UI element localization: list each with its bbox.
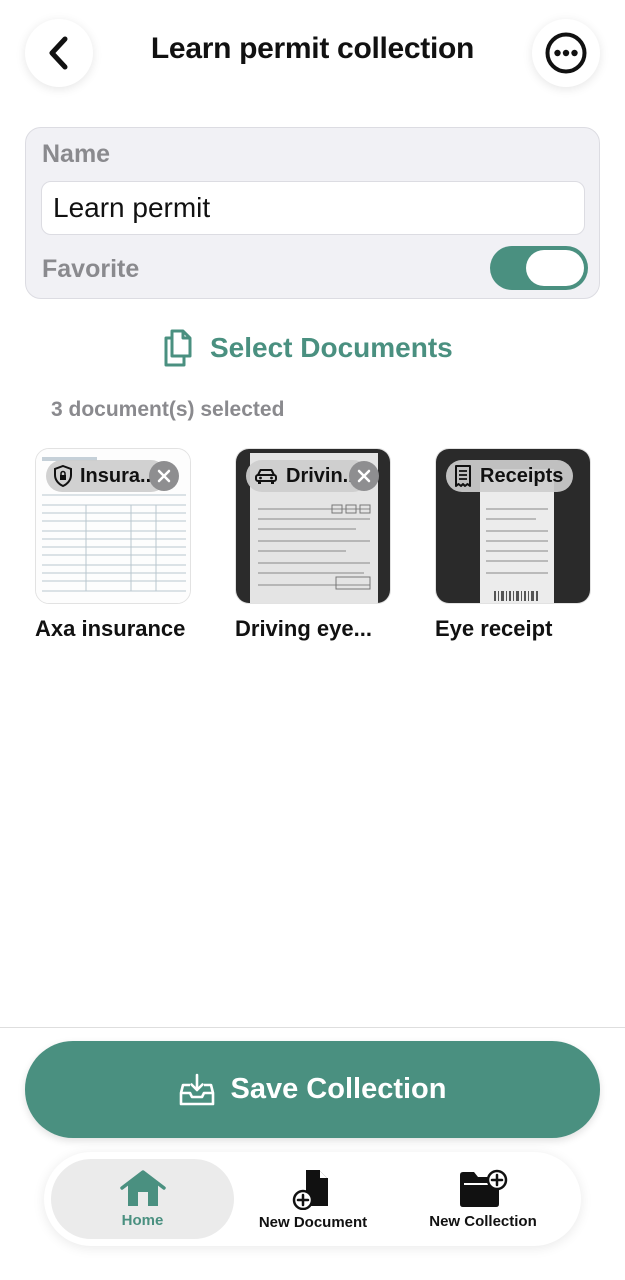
document-tag-label: Receipts — [480, 464, 564, 487]
header: Learn permit collection — [0, 0, 625, 110]
car-icon — [255, 469, 277, 484]
select-documents-label: Select Documents — [210, 332, 453, 363]
document-plus-icon — [292, 1169, 328, 1210]
tab-new-document-label: New Document — [258, 1213, 368, 1231]
document-type-tag: Receipts — [446, 460, 574, 492]
document-name: Eye receipt — [435, 616, 553, 641]
shield-lock-icon — [54, 465, 72, 487]
document-thumbnail[interactable]: Receipts — [435, 448, 591, 604]
ellipsis-circle-icon — [545, 32, 587, 74]
collection-form-card: Name Favorite — [25, 127, 600, 299]
document-thumbnail[interactable]: Drivin... — [235, 448, 391, 604]
document-tile[interactable]: Drivin... Driving eye... — [235, 448, 391, 642]
tab-new-document[interactable]: New Document — [234, 1159, 392, 1239]
close-icon — [357, 469, 371, 483]
remove-document-button[interactable] — [149, 461, 179, 491]
tab-home[interactable]: Home — [51, 1159, 234, 1239]
save-collection-button[interactable]: Save Collection — [25, 1041, 600, 1138]
documents-icon — [164, 329, 192, 367]
document-name: Driving eye... — [235, 616, 372, 641]
document-name: Axa insurance — [35, 616, 186, 641]
name-input[interactable] — [41, 181, 585, 235]
tray-download-icon — [179, 1073, 214, 1105]
document-tag-label: Insura... — [80, 464, 157, 487]
save-collection-label: Save Collection — [230, 1073, 447, 1105]
receipt-icon — [455, 465, 471, 487]
document-tile[interactable]: Receipts Eye receipt — [435, 448, 591, 642]
document-tile[interactable]: Insura... Axa insurance — [35, 448, 191, 642]
bottom-tab-bar: Home New Document New Collection — [44, 1152, 581, 1246]
select-documents-button[interactable]: Select Documents — [162, 328, 453, 368]
close-icon — [157, 469, 171, 483]
bottom-divider — [0, 1027, 625, 1028]
more-button[interactable] — [532, 19, 600, 87]
remove-document-button[interactable] — [349, 461, 379, 491]
favorite-label: Favorite — [42, 255, 140, 283]
tab-new-collection[interactable]: New Collection — [392, 1159, 574, 1239]
tab-new-collection-label: New Collection — [429, 1212, 537, 1230]
folder-plus-icon — [460, 1169, 508, 1207]
toggle-knob — [526, 250, 584, 286]
tab-home-label: Home — [121, 1211, 164, 1229]
house-icon — [119, 1169, 166, 1206]
favorite-toggle[interactable] — [490, 246, 588, 290]
name-label: Name — [42, 140, 111, 168]
document-thumbnail[interactable]: Insura... — [35, 448, 191, 604]
selected-count: 3 document(s) selected — [51, 398, 285, 421]
